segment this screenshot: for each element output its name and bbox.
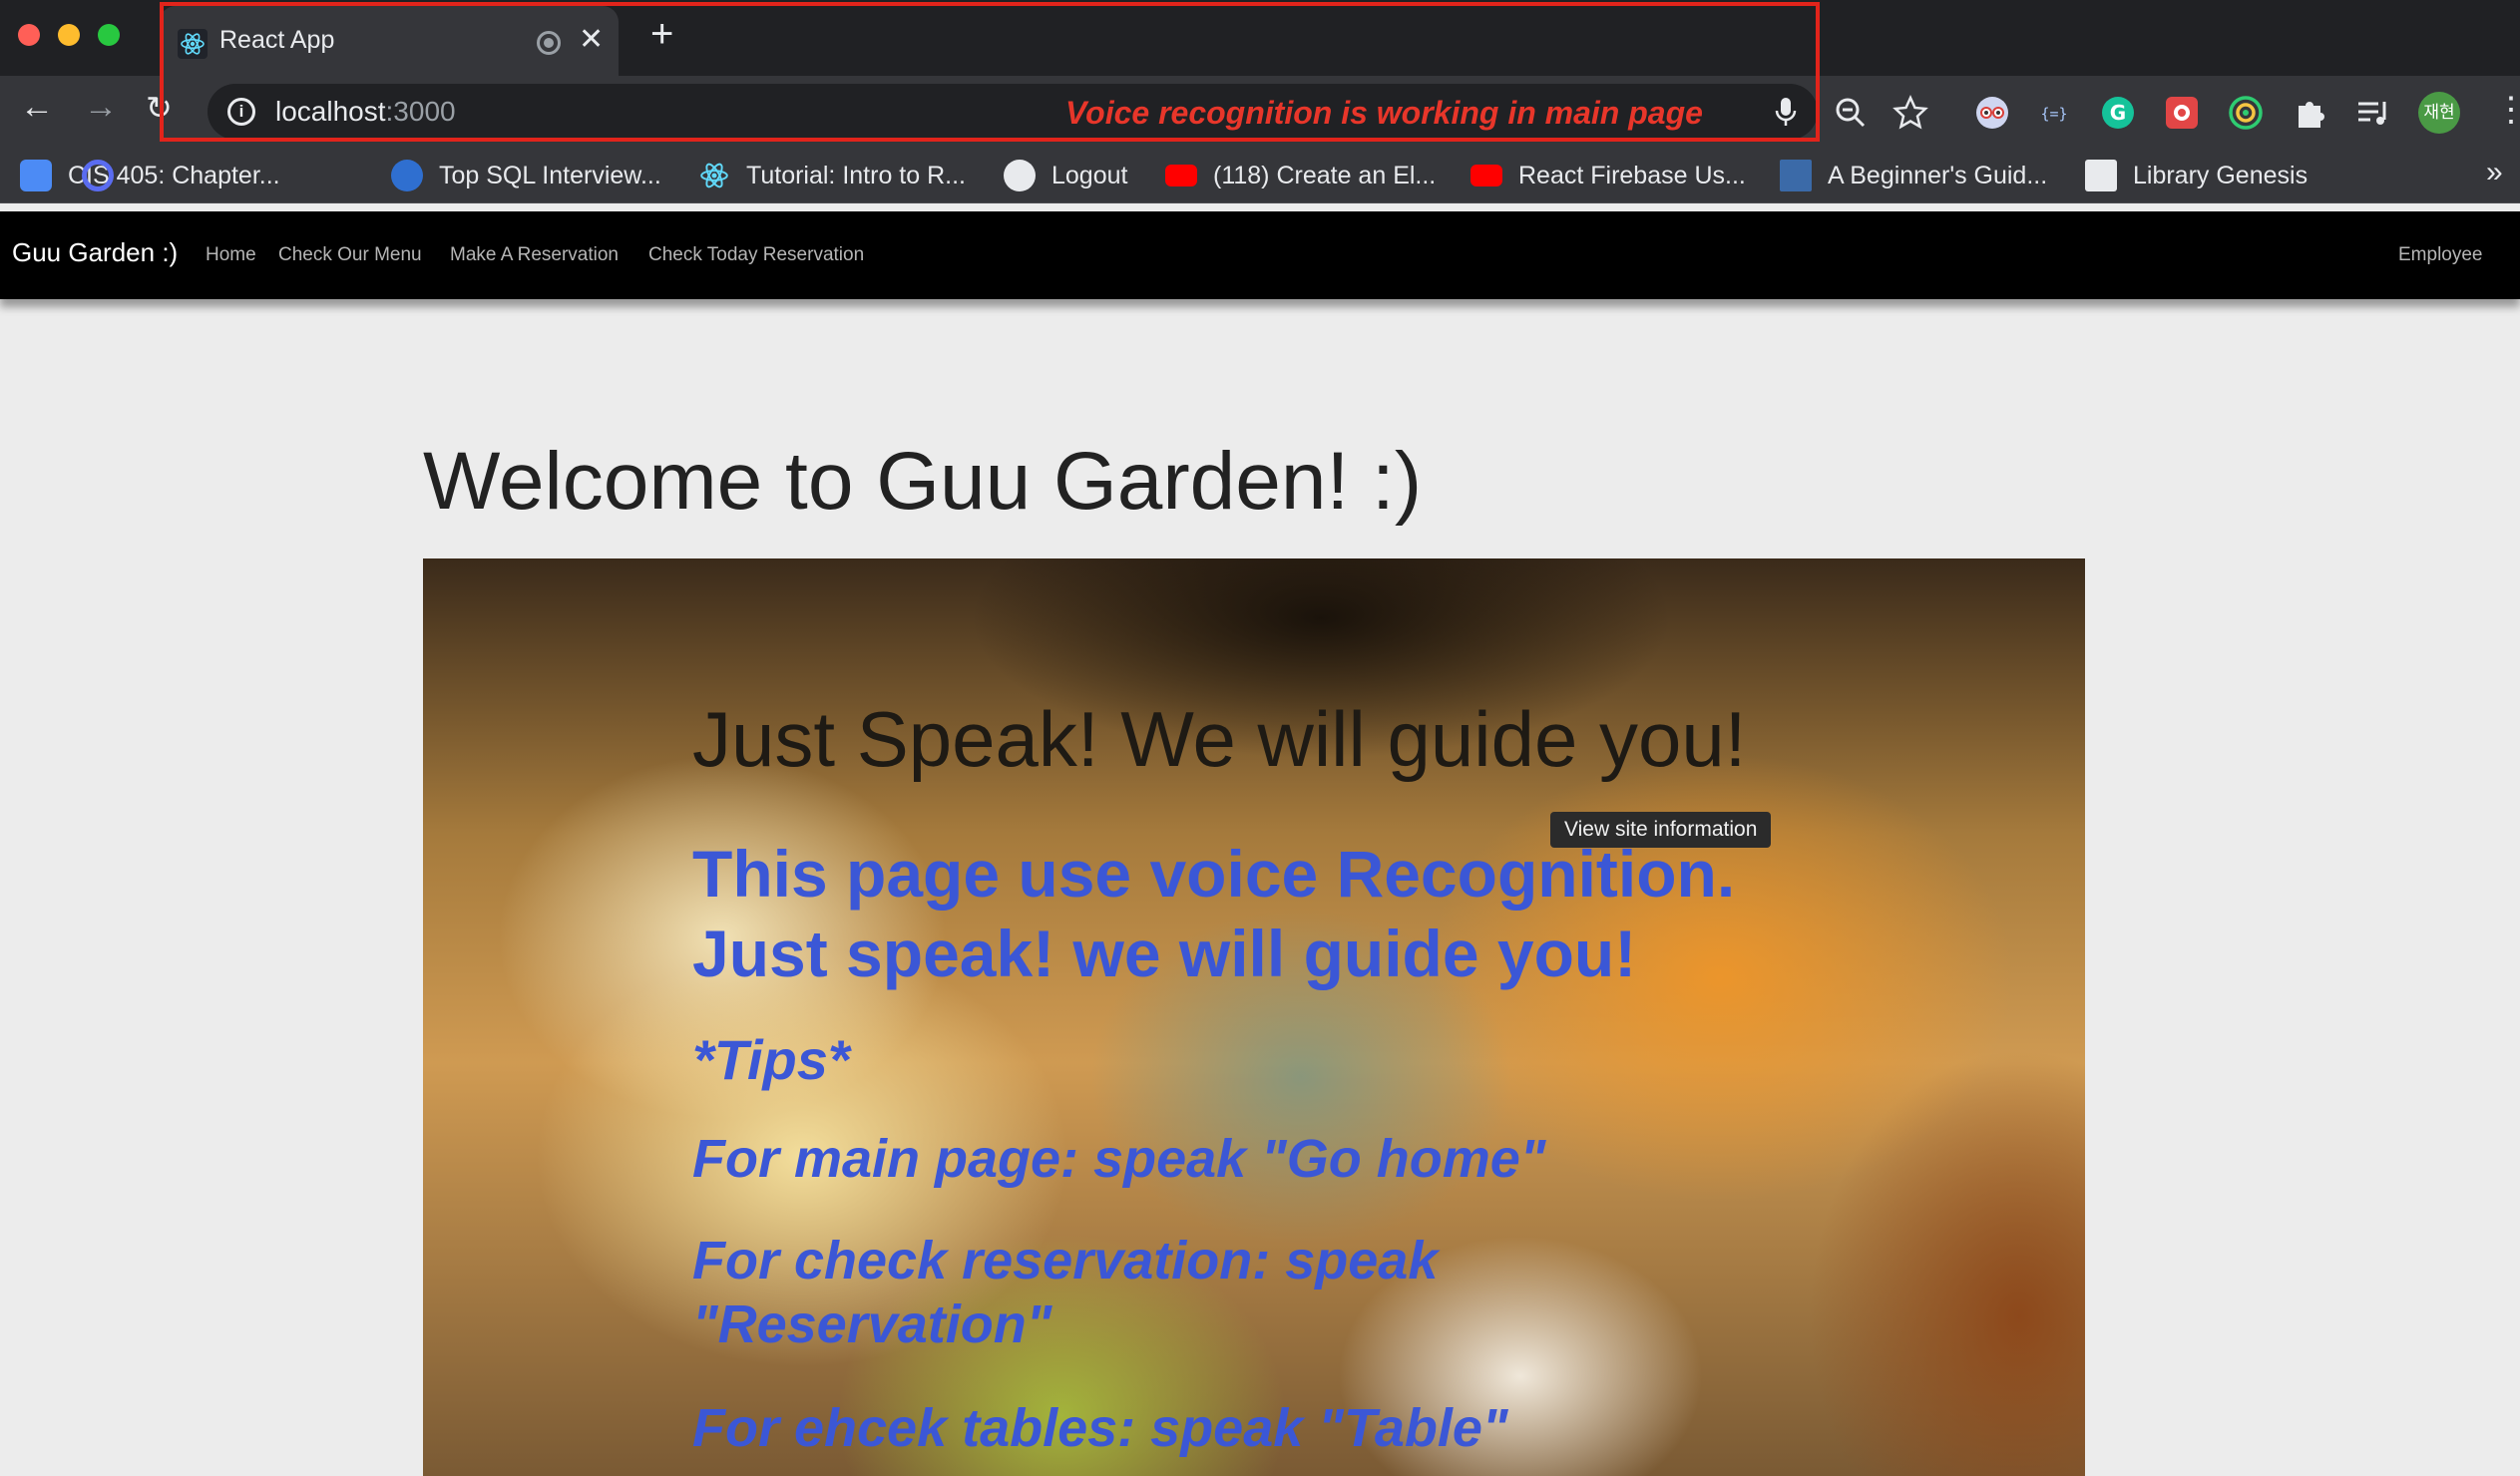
bookmark-item[interactable]: CIS 405: Chapter... [82, 156, 130, 195]
nav-link-employee[interactable]: Employee [2398, 244, 2483, 266]
bookmark-item[interactable]: (118) Create an El... [1165, 156, 1436, 195]
minimize-window-button[interactable] [58, 24, 80, 46]
site-info-tooltip: View site information [1550, 812, 1772, 848]
profile-avatar[interactable]: 재현 [2418, 92, 2460, 134]
tips-heading: *Tips* [692, 1028, 850, 1091]
bookmark-item[interactable]: CIS 405: Chapter... [20, 156, 280, 195]
url-host: localhost [275, 96, 386, 127]
site-info-icon[interactable]: i [227, 98, 255, 126]
new-tab-button[interactable]: + [650, 14, 673, 54]
tab-strip: React App ✕ + [0, 0, 2520, 76]
reload-button[interactable]: ↻ [146, 92, 173, 124]
tip-home: For main page: speak "Go home" [692, 1129, 1546, 1189]
bookmark-item[interactable]: React Firebase Us... [1470, 156, 1746, 195]
react-icon [700, 163, 728, 188]
back-button[interactable]: ← [20, 90, 54, 124]
hero-banner: Just Speak! We will guide you! This page… [423, 558, 2085, 1476]
json-extension-icon[interactable]: {=} [2035, 94, 2073, 132]
bookmark-label: Tutorial: Intro to R... [746, 161, 966, 189]
nav-link-home[interactable]: Home [206, 244, 256, 266]
globe-icon [1004, 160, 1036, 191]
hero-lead-line: Just speak! we will guide you! [692, 917, 1637, 990]
extensions-puzzle-icon[interactable] [2291, 94, 2328, 132]
bookmark-label: A Beginner's Guid... [1828, 161, 2048, 189]
media-queue-icon[interactable] [2354, 94, 2392, 132]
bookmark-label: Top SQL Interview... [439, 161, 661, 189]
more-menu-icon[interactable]: ⋮ [2494, 90, 2520, 130]
red-extension-icon[interactable] [2163, 94, 2201, 132]
url-port: :3000 [385, 96, 456, 127]
more-bookmarks-icon[interactable]: » [2486, 156, 2503, 189]
tip-reservation: For check reservation: speak "Reservatio… [692, 1229, 1438, 1356]
browser-tab[interactable]: React App ✕ [160, 6, 619, 76]
tip-line: "Reservation" [692, 1294, 1052, 1354]
q-icon [391, 160, 423, 191]
youtube-icon [1165, 165, 1197, 186]
browser-toolbar: ← → ↻ i localhost:3000 Voice recognition… [0, 76, 2520, 148]
close-window-button[interactable] [18, 24, 40, 46]
react-icon [178, 29, 208, 59]
hero-title: Just Speak! We will guide you! [692, 695, 1747, 783]
svg-text:{=}: {=} [2040, 105, 2067, 123]
bookmark-item[interactable]: A Beginner's Guid... [1780, 156, 2047, 195]
youtube-icon [1470, 165, 1502, 186]
bookmark-label: Logout [1051, 161, 1128, 189]
hero-lead: This page use voice Recognition. Just sp… [692, 834, 1735, 993]
extension-eyes-icon[interactable] [1973, 94, 2011, 132]
grammarly-icon[interactable]: G [2099, 94, 2137, 132]
zoom-icon[interactable] [1832, 94, 1870, 132]
bookmark-label: React Firebase Us... [1518, 161, 1746, 189]
bookmark-label: (118) Create an El... [1213, 161, 1437, 189]
tab-title: React App [219, 26, 335, 54]
site-brand[interactable]: Guu Garden :) [12, 237, 178, 268]
bookmark-item[interactable]: Library Genesis [2085, 156, 2308, 195]
bookmark-item[interactable]: Tutorial: Intro to R... [698, 156, 966, 195]
book-icon [1780, 160, 1812, 191]
forward-button[interactable]: → [84, 90, 118, 124]
docs-icon [20, 160, 52, 191]
url-text[interactable]: localhost:3000 [275, 96, 456, 128]
bookmark-star-icon[interactable] [1891, 94, 1929, 132]
libgen-icon [2085, 160, 2117, 191]
bookmarks-bar: CIS 405: Chapter... CIS 405: Chapter... … [0, 148, 2520, 203]
nav-link-menu[interactable]: Check Our Menu [278, 244, 422, 266]
bookmark-item[interactable]: Logout [1004, 156, 1127, 195]
microphone-icon[interactable] [1774, 96, 1798, 130]
page-title: Welcome to Guu Garden! :) [423, 436, 1423, 527]
bookmark-label: Library Genesis [2133, 161, 2309, 189]
site-navbar: Guu Garden :) Home Check Our Menu Make A… [0, 211, 2520, 299]
tip-line: For check reservation: speak [692, 1231, 1439, 1291]
address-bar[interactable]: i localhost:3000 Voice recognition is wo… [208, 84, 1818, 140]
recording-indicator-icon [537, 31, 561, 55]
maximize-window-button[interactable] [98, 24, 120, 46]
tip-table: For ehcek tables: speak "Table" [692, 1398, 1508, 1458]
target-extension-icon[interactable] [2227, 94, 2265, 132]
nav-link-today-reservation[interactable]: Check Today Reservation [648, 244, 864, 266]
close-tab-icon[interactable]: ✕ [579, 22, 604, 57]
nav-link-reservation[interactable]: Make A Reservation [450, 244, 619, 266]
bookmark-item[interactable]: Top SQL Interview... [391, 156, 661, 195]
svg-text:G: G [2110, 101, 2126, 125]
voice-annotation-label: Voice recognition is working in main pag… [1065, 95, 1703, 131]
q-icon [82, 160, 114, 191]
